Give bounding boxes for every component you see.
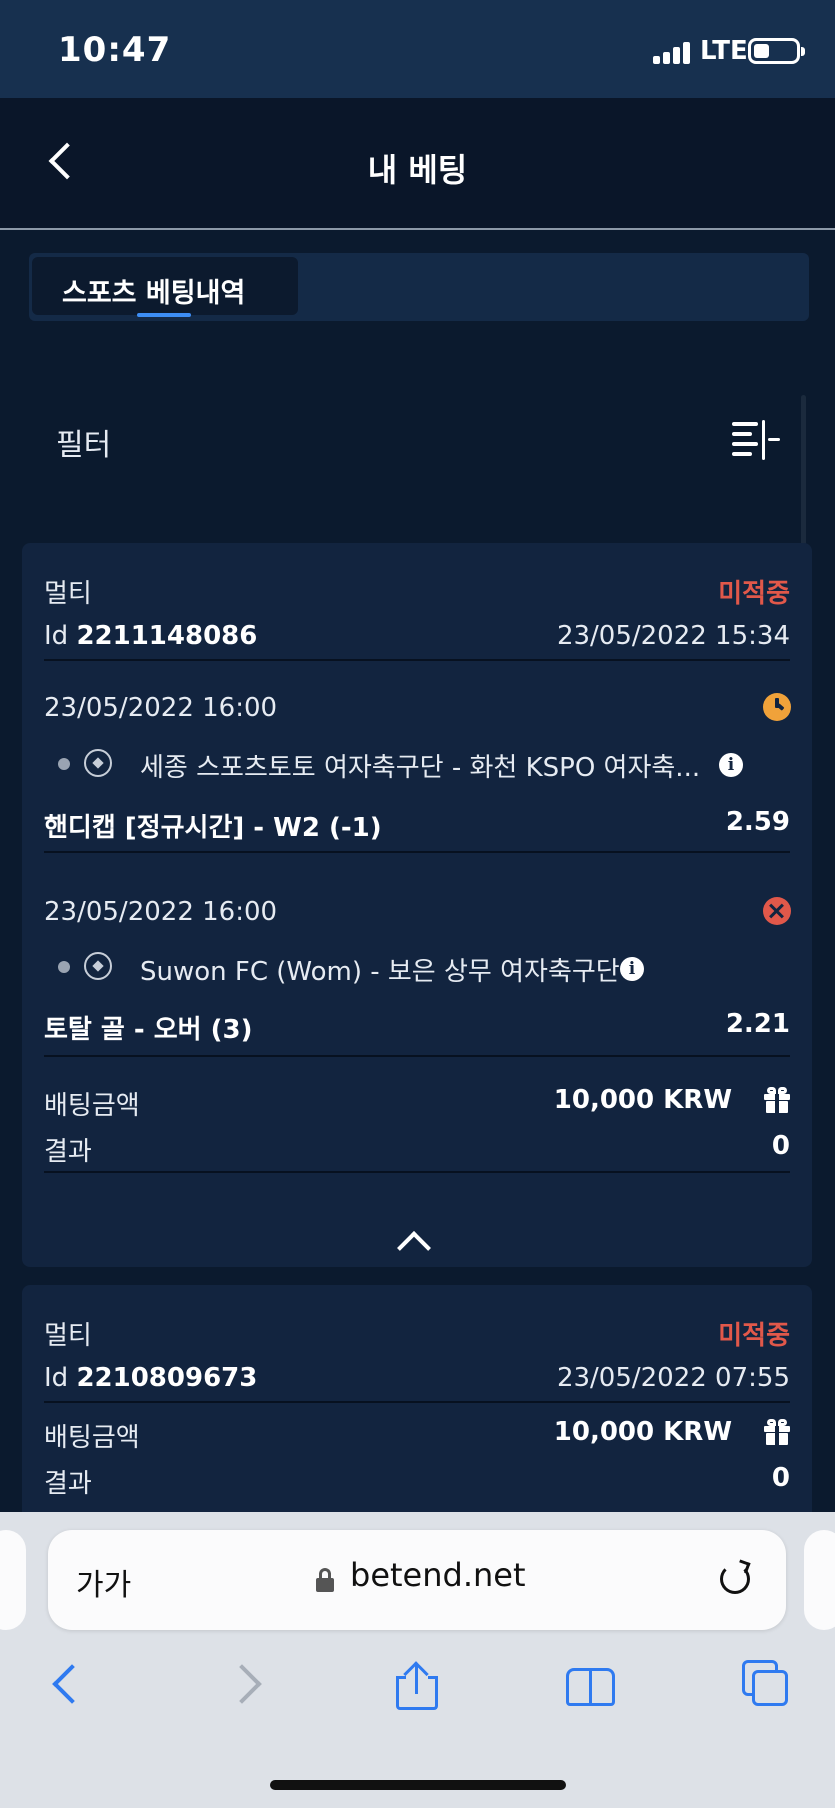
info-icon[interactable]: i — [620, 957, 644, 981]
tab-strip: 스포츠 베팅내역 — [29, 253, 809, 321]
browser-back-icon[interactable] — [52, 1664, 92, 1704]
filter-row: 필터 — [0, 400, 835, 480]
divider — [44, 1401, 790, 1403]
text-size-button[interactable]: 가가 — [76, 1560, 131, 1604]
browser-toolbar: 가가 betend.net — [0, 1512, 835, 1808]
url-text[interactable]: betend.net — [350, 1556, 526, 1594]
bet-id-label: Id — [44, 621, 69, 651]
info-icon[interactable]: i — [719, 753, 743, 777]
selection-market: 핸디캡 [정규시간] - W2 (-1) — [44, 813, 382, 843]
stake-label: 배팅금액 — [44, 1091, 140, 1121]
selection-odds: 2.59 — [725, 807, 790, 837]
bet-type: 멀티 — [44, 1321, 92, 1351]
result-value: 0 — [771, 1131, 790, 1161]
bet-status: 미적중 — [718, 1321, 790, 1351]
tab-label: 스포츠 베팅내역 — [62, 278, 246, 309]
network-label: LTE — [700, 36, 748, 66]
stake-amount: 10,000 KRW — [553, 1085, 732, 1115]
share-icon[interactable] — [396, 1661, 438, 1710]
reload-icon[interactable] — [720, 1564, 750, 1594]
bookmarks-icon[interactable] — [566, 1668, 618, 1708]
lock-icon — [316, 1568, 334, 1592]
divider — [44, 659, 790, 661]
status-time: 10:47 — [58, 30, 172, 70]
browser-forward-icon[interactable] — [222, 1664, 262, 1704]
soccer-ball-icon — [84, 952, 112, 980]
bet-type: 멀티 — [44, 579, 92, 609]
filter-toggle-icon[interactable] — [732, 420, 780, 460]
collapse-chevron-icon[interactable] — [397, 1231, 431, 1265]
tabs-icon[interactable] — [742, 1660, 792, 1710]
bet-id-label: Id — [44, 1363, 69, 1393]
lost-x-icon — [763, 897, 791, 925]
signal-icon — [653, 40, 695, 64]
bet-id-value: 2211148086 — [76, 621, 258, 651]
selection-market: 토탈 골 - 오버 (3) — [44, 1015, 253, 1045]
battery-icon — [748, 38, 805, 64]
selection-event-time: 23/05/2022 16:00 — [44, 897, 278, 927]
bet-status: 미적중 — [718, 579, 790, 609]
tab-sports-history[interactable]: 스포츠 베팅내역 — [32, 257, 298, 317]
stake-label: 배팅금액 — [44, 1423, 140, 1453]
bet-id: Id 2211148086 — [44, 621, 257, 651]
divider — [44, 1171, 790, 1173]
stake-amount: 10,000 KRW — [553, 1417, 732, 1447]
gift-icon — [764, 1087, 790, 1113]
app-header: 내 베팅 — [0, 98, 835, 230]
previous-tab-preview[interactable] — [0, 1530, 26, 1630]
result-label: 결과 — [44, 1469, 92, 1499]
bet-id: Id 2210809673 — [44, 1363, 257, 1393]
result-label: 결과 — [44, 1137, 92, 1167]
divider — [44, 851, 790, 853]
live-dot — [58, 961, 70, 973]
selection-odds: 2.21 — [725, 1009, 790, 1039]
filter-label: 필터 — [56, 428, 112, 463]
bet-card: 멀티 미적중 Id 2210809673 23/05/2022 07:55 배팅… — [22, 1285, 812, 1515]
home-indicator[interactable] — [270, 1780, 566, 1790]
gift-icon — [764, 1419, 790, 1445]
address-bar[interactable]: 가가 betend.net — [48, 1530, 786, 1630]
bet-id-value: 2210809673 — [76, 1363, 258, 1393]
soccer-ball-icon — [84, 749, 112, 777]
result-value: 0 — [771, 1463, 790, 1493]
selection-match: Suwon FC (Wom) - 보은 상무 여자축구단 — [140, 957, 620, 987]
status-bar: 10:47 LTE — [0, 0, 835, 98]
bet-placed-at: 23/05/2022 07:55 — [556, 1363, 790, 1393]
bet-card: 멀티 미적중 Id 2211148086 23/05/2022 15:34 23… — [22, 543, 812, 1267]
next-tab-preview[interactable] — [804, 1530, 835, 1630]
selection-event-time: 23/05/2022 16:00 — [44, 693, 278, 723]
bet-placed-at: 23/05/2022 15:34 — [556, 621, 790, 651]
tab-active-indicator — [137, 313, 191, 317]
live-dot — [58, 758, 70, 770]
selection-match: 세종 스포츠토토 여자축구단 - 화천 KSPO 여자축... — [140, 753, 701, 783]
clock-icon — [763, 693, 791, 721]
divider — [44, 1055, 790, 1057]
page-title: 내 베팅 — [367, 151, 468, 189]
